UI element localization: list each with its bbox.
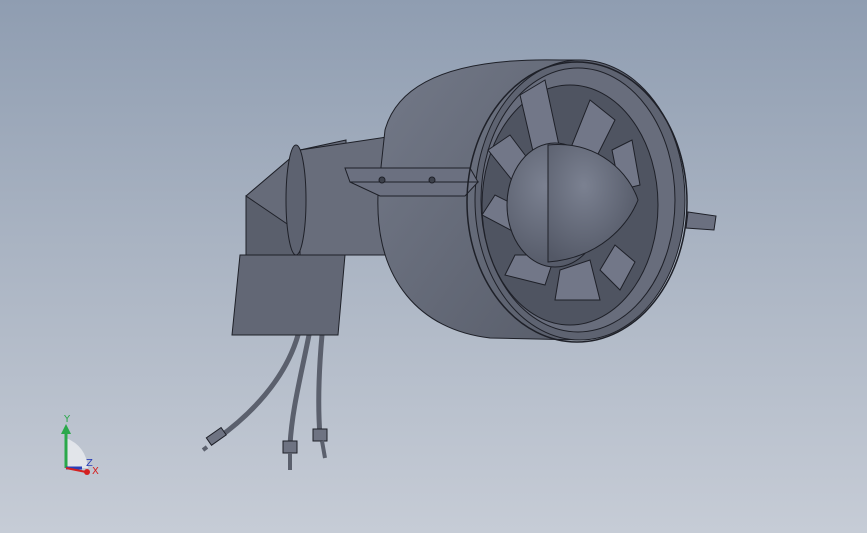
y-axis-label: Y (63, 414, 71, 425)
wire-connectors[interactable] (201, 426, 328, 470)
coordinate-triad[interactable]: Y Z X (52, 410, 112, 482)
x-axis-label: X (92, 466, 99, 477)
y-arrow-icon (61, 424, 71, 434)
triad-sweep-icon (66, 438, 88, 468)
model-viewport[interactable] (0, 0, 867, 533)
triad-origin-icon (84, 469, 90, 475)
motor-wires[interactable] (215, 332, 325, 448)
